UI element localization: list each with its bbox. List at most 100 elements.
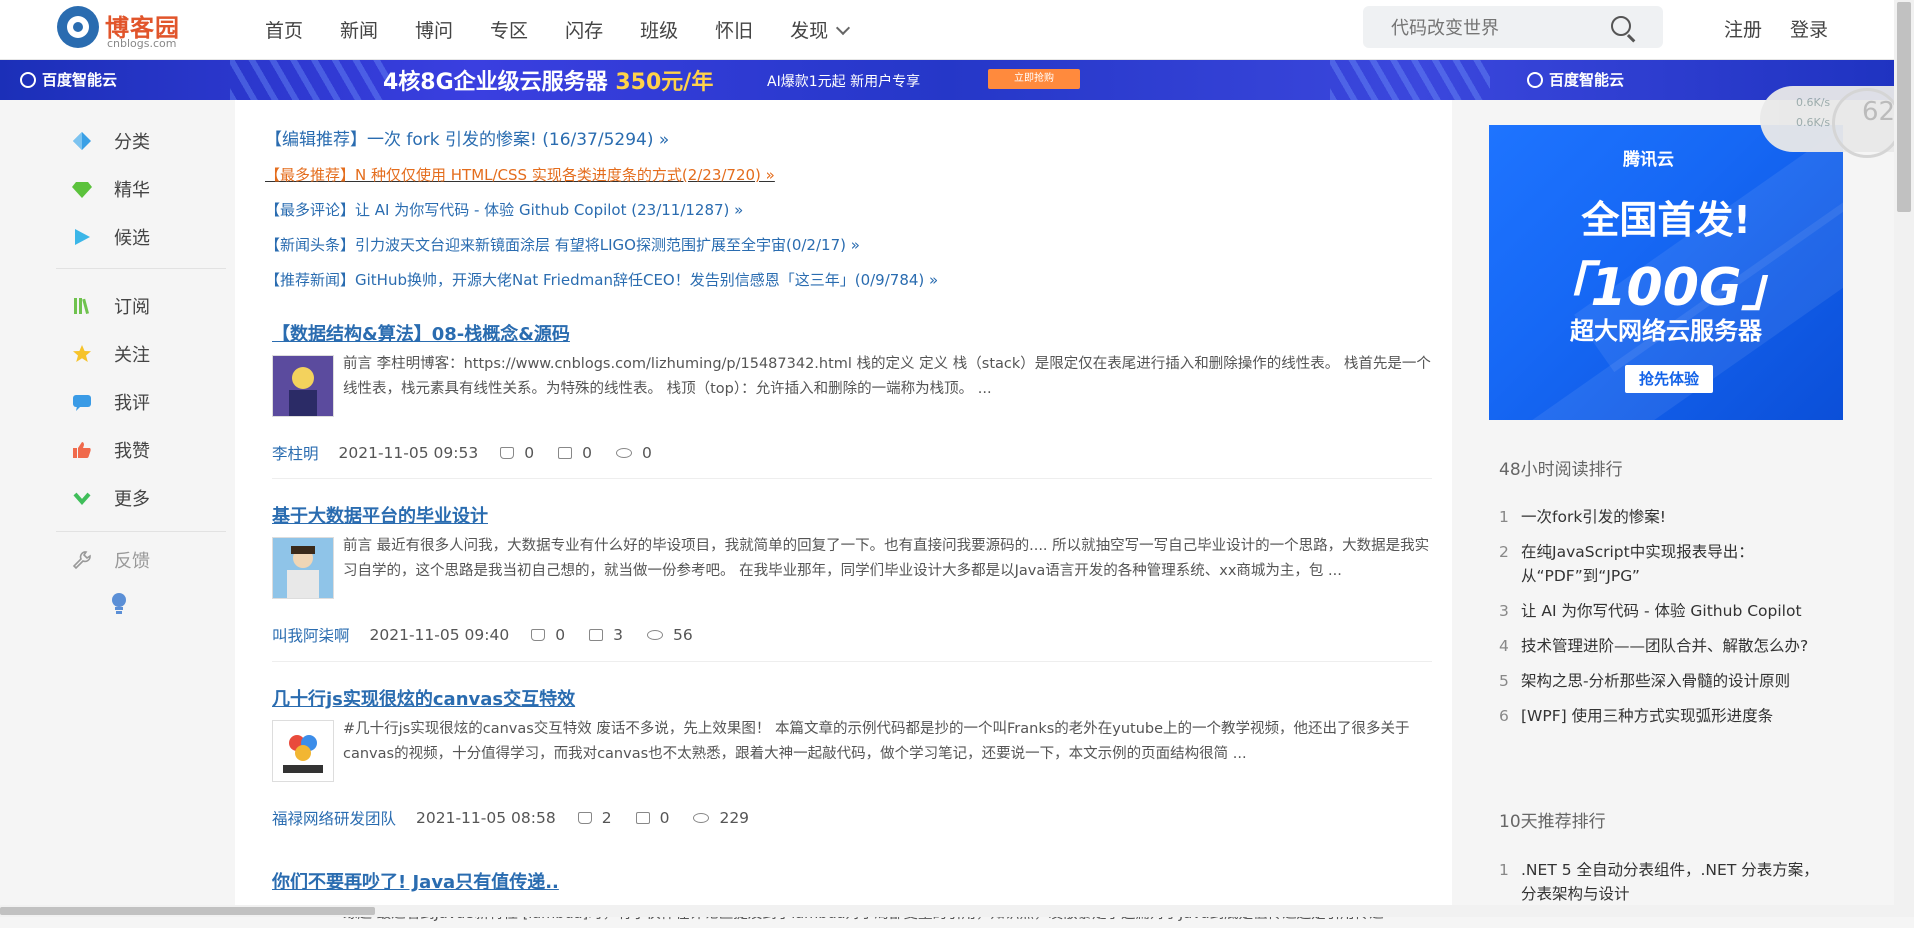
sidebar-item-subscribe[interactable]: 订阅 bbox=[72, 293, 150, 319]
main-nav: 首页 新闻 博问 专区 闪存 班级 怀旧 发现 bbox=[265, 16, 885, 43]
comment-icon bbox=[558, 447, 573, 459]
login-link[interactable]: 登录 bbox=[1790, 15, 1828, 42]
rank-item[interactable]: 5 架构之思-分析那些深入骨髓的设计原则 bbox=[1499, 669, 1829, 693]
post-item: 基于大数据平台的毕业设计 前言 最近有很多人问我，大数据专业有什么好的毕设项目，… bbox=[272, 502, 1432, 657]
author-avatar[interactable] bbox=[272, 355, 334, 417]
rank-number: 2 bbox=[1499, 543, 1509, 561]
post-title[interactable]: 几十行js实现很炫的canvas交互特效 bbox=[272, 685, 1432, 711]
rec-recommended-news[interactable]: 【推荐新闻】GitHub换帅，开源大佬Nat Friedman辞任CEO！发告别… bbox=[265, 269, 938, 290]
top-banner-ad[interactable]: 百度智能云 4核8G企业级云服务器 350元/年 AI爆款1元起 新用户专享 立… bbox=[0, 60, 1894, 100]
nav-discover[interactable]: 发现 bbox=[790, 16, 851, 43]
upload-speed: 0.6K/s bbox=[1796, 96, 1831, 109]
post-divider bbox=[272, 478, 1432, 479]
rank-link: 技术管理进阶——团队合并、解散怎么办? bbox=[1521, 637, 1809, 655]
sidebar-item-candidate[interactable]: 候选 bbox=[72, 224, 150, 250]
vertical-scrollbar[interactable] bbox=[1894, 0, 1914, 917]
post-item: 几十行js实现很炫的canvas交互特效 #几十行js实现很炫的canvas交互… bbox=[272, 685, 1432, 840]
view-count[interactable]: 229 bbox=[693, 809, 749, 827]
nav-zones[interactable]: 专区 bbox=[490, 16, 528, 43]
author-avatar[interactable] bbox=[272, 537, 334, 599]
cloud-logo-icon bbox=[20, 71, 36, 88]
sidebar-divider bbox=[56, 531, 226, 532]
star-icon bbox=[73, 345, 91, 362]
post-divider bbox=[272, 661, 1432, 662]
post-author[interactable]: 叫我阿柒啊 bbox=[272, 624, 350, 646]
rank-item[interactable]: 1 一次fork引发的惨案! bbox=[1499, 505, 1829, 529]
site-logo[interactable]: 博客园 cnblogs.com bbox=[57, 6, 187, 52]
horizontal-scrollbar[interactable] bbox=[0, 905, 1894, 917]
rec-most-recommended[interactable]: 【最多推荐】N 种仅仅使用 HTML/CSS 实现各类进度条的方式(2/23/7… bbox=[265, 164, 775, 185]
rec-editor[interactable]: 【编辑推荐】一次 fork 引发的惨案! (16/37/5294) » bbox=[265, 125, 669, 150]
post-date: 2021-11-05 09:40 bbox=[369, 626, 510, 644]
sidebar-label: 我赞 bbox=[114, 441, 150, 462]
ad-headline: 全国首发! bbox=[1581, 198, 1751, 242]
lightbulb-icon[interactable] bbox=[110, 592, 128, 616]
rec-most-commented[interactable]: 【最多评论】让 AI 为你写代码 - 体验 Github Copilot (23… bbox=[265, 199, 743, 220]
sidebar-item-more[interactable]: 更多 bbox=[72, 485, 150, 511]
post-title[interactable]: 基于大数据平台的毕业设计 bbox=[272, 502, 1432, 528]
post-author[interactable]: 福禄网络研发团队 bbox=[272, 807, 396, 829]
thumbs-up-icon bbox=[500, 447, 515, 459]
sidebar-item-my-comments[interactable]: 我评 bbox=[72, 389, 150, 415]
post-meta: 福禄网络研发团队 2021-11-05 08:58 2 0 229 bbox=[272, 807, 773, 829]
rank-number: 1 bbox=[1499, 861, 1509, 879]
author-avatar[interactable] bbox=[272, 720, 334, 782]
like-count[interactable]: 0 bbox=[500, 444, 534, 462]
banner-headline: 4核8G企业级云服务器 350元/年 bbox=[383, 64, 713, 96]
main-content: 【编辑推荐】一次 fork 引发的惨案! (16/37/5294) » 【最多推… bbox=[235, 100, 1452, 922]
sidebar-item-featured[interactable]: 精华 bbox=[72, 176, 150, 202]
search-icon[interactable] bbox=[1611, 16, 1631, 36]
banner-subtext: AI爆款1元起 新用户专享 bbox=[767, 74, 921, 90]
sidebar-item-my-likes[interactable]: 我赞 bbox=[72, 437, 150, 463]
scrollbar-thumb[interactable] bbox=[0, 907, 375, 915]
like-count[interactable]: 2 bbox=[577, 809, 612, 827]
banner-brand-right: 百度智能云 bbox=[1527, 69, 1624, 90]
like-count[interactable]: 0 bbox=[531, 626, 565, 644]
comment-count[interactable]: 3 bbox=[589, 626, 623, 644]
post-title[interactable]: 你们不要再吵了! Java只有值传递.. bbox=[272, 868, 1432, 894]
logo-icon bbox=[57, 6, 99, 48]
view-count[interactable]: 56 bbox=[646, 626, 693, 644]
banner-headline-text: 4核8G企业级云服务器 bbox=[383, 70, 608, 95]
rank-item[interactable]: 6 [WPF] 使用三种方式实现弧形进度条 bbox=[1499, 704, 1829, 728]
tencent-cloud-ad[interactable]: 腾讯云 全国首发! 「100G」 超大网络云服务器 抢先体验 bbox=[1489, 125, 1843, 420]
search-box bbox=[1363, 6, 1663, 48]
comment-count[interactable]: 0 bbox=[635, 809, 670, 827]
comment-value: 3 bbox=[613, 626, 623, 644]
post-summary: #几十行js实现很炫的canvas交互特效 废话不多说，先上效果图！ 本篇文章的… bbox=[343, 721, 1410, 762]
ad-cta-button[interactable]: 抢先体验 bbox=[1625, 365, 1713, 393]
sidebar-item-feedback[interactable]: 反馈 bbox=[72, 547, 150, 573]
sidebar-label: 精华 bbox=[114, 180, 150, 201]
sidebar-item-category[interactable]: 分类 bbox=[72, 128, 150, 154]
post-date: 2021-11-05 09:53 bbox=[338, 444, 479, 462]
diamond-icon bbox=[73, 132, 91, 150]
search-input[interactable] bbox=[1389, 15, 1593, 41]
rank-item[interactable]: 4 技术管理进阶——团队合并、解散怎么办? bbox=[1499, 634, 1829, 658]
sidebar-item-follow[interactable]: 关注 bbox=[72, 341, 150, 367]
rank-item[interactable]: 3 让 AI 为你写代码 - 体验 Github Copilot bbox=[1499, 599, 1829, 623]
logo-subtext: cnblogs.com bbox=[107, 37, 177, 50]
rank-item[interactable]: 2 在纯JavaScript中实现报表导出：从“PDF”到“JPG” bbox=[1499, 540, 1829, 588]
nav-classes[interactable]: 班级 bbox=[640, 16, 678, 43]
nav-flash[interactable]: 闪存 bbox=[565, 16, 603, 43]
rank-item[interactable]: 1 .NET 5 全自动分表组件，.NET 分表方案，分表架构与设计 bbox=[1499, 858, 1829, 906]
comment-count[interactable]: 0 bbox=[558, 444, 592, 462]
thumbs-up-icon bbox=[73, 442, 91, 458]
post-item: 你们不要再吵了! Java只有值传递.. 缘起 最近看到Java8新特性 [la… bbox=[272, 868, 1432, 928]
nav-news[interactable]: 新闻 bbox=[340, 16, 378, 43]
post-title[interactable]: 【数据结构&算法】08-栈概念&源码 bbox=[272, 320, 1432, 346]
scrollbar-thumb[interactable] bbox=[1897, 2, 1911, 212]
nav-discover-label: 发现 bbox=[790, 20, 829, 42]
post-author[interactable]: 李柱明 bbox=[272, 442, 319, 464]
view-count[interactable]: 0 bbox=[615, 444, 652, 462]
nav-nostalgia[interactable]: 怀旧 bbox=[715, 16, 753, 43]
register-link[interactable]: 注册 bbox=[1724, 15, 1762, 42]
rec-text: 【最多评论】让 AI 为你写代码 - 体验 Github Copilot (23… bbox=[265, 201, 744, 219]
rec-news-headline[interactable]: 【新闻头条】引力波天文台迎来新镜面涂层 有望将LIGO探测范围扩展至全宇宙(0/… bbox=[265, 234, 860, 255]
banner-price: 350元/年 bbox=[615, 70, 714, 95]
comment-value: 0 bbox=[659, 809, 670, 827]
nav-home[interactable]: 首页 bbox=[265, 16, 303, 43]
comment-value: 0 bbox=[582, 444, 592, 462]
nav-questions[interactable]: 博问 bbox=[415, 16, 453, 43]
banner-buy-button[interactable]: 立即抢购 bbox=[988, 69, 1080, 89]
